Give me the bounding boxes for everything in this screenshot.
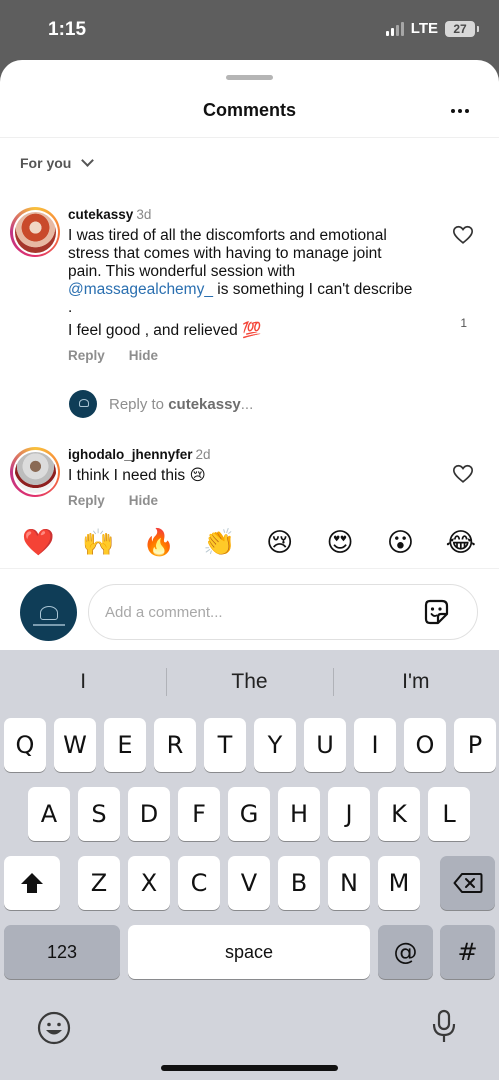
battery-level: 27: [453, 21, 467, 36]
reply-button[interactable]: Reply: [68, 348, 105, 363]
emoji-crying[interactable]: 😢: [260, 528, 300, 558]
key-v[interactable]: V: [228, 856, 270, 910]
hash-key[interactable]: #: [440, 925, 495, 979]
divider: [0, 568, 499, 569]
key-y[interactable]: Y: [254, 718, 296, 772]
key-n[interactable]: N: [328, 856, 370, 910]
key-f[interactable]: F: [178, 787, 220, 841]
reply-button[interactable]: Reply: [68, 493, 105, 508]
comment-username[interactable]: cutekassy: [68, 207, 133, 222]
key-r[interactable]: R: [154, 718, 196, 772]
comment-username[interactable]: ighodalo_jhennyfer: [68, 447, 193, 462]
backspace-icon: [453, 873, 482, 893]
comment-input[interactable]: [88, 584, 478, 640]
avatar[interactable]: [10, 207, 60, 257]
avatar: [69, 390, 97, 418]
emoji-quick-bar: ❤️ 🙌 🔥 👏 😢 😍 😮 😂: [0, 528, 499, 558]
comment-text: I was tired of all the discomforts and e…: [68, 227, 413, 316]
comment-actions: Reply Hide: [68, 493, 158, 508]
key-k[interactable]: K: [378, 787, 420, 841]
hide-button[interactable]: Hide: [129, 493, 158, 508]
comment-filter-dropdown[interactable]: For you: [20, 154, 95, 171]
comment-time: 2d: [195, 447, 211, 462]
emoji-heart-eyes[interactable]: 😍: [320, 528, 360, 558]
key-h[interactable]: H: [278, 787, 320, 841]
suggestion-1[interactable]: I: [0, 664, 166, 700]
shift-arrow-icon: [21, 873, 43, 893]
sheet-title: Comments: [202, 100, 296, 120]
key-c[interactable]: C: [178, 856, 220, 910]
filter-label: For you: [20, 155, 72, 171]
key-d[interactable]: D: [128, 787, 170, 841]
key-x[interactable]: X: [128, 856, 170, 910]
heart-icon[interactable]: [452, 463, 474, 485]
network-type: LTE: [410, 20, 438, 37]
home-indicator[interactable]: [161, 1065, 338, 1071]
key-i[interactable]: I: [354, 718, 396, 772]
emoji-raised-hands[interactable]: 🙌: [79, 528, 119, 558]
sticker-icon[interactable]: [421, 597, 451, 627]
suggestion-2[interactable]: The: [166, 664, 332, 700]
at-key[interactable]: @: [378, 925, 433, 979]
shift-key[interactable]: [4, 856, 60, 910]
comment-text-line: I feel good , and relieved 💯: [68, 322, 262, 339]
key-l[interactable]: L: [428, 787, 470, 841]
key-p[interactable]: P: [454, 718, 496, 772]
comment-text: I think I need this 😢: [68, 467, 206, 484]
more-options-button[interactable]: [451, 104, 475, 118]
signal-icon: [385, 21, 404, 36]
key-b[interactable]: B: [278, 856, 320, 910]
numbers-key[interactable]: 123: [4, 925, 120, 979]
key-m[interactable]: M: [378, 856, 420, 910]
key-a[interactable]: A: [28, 787, 70, 841]
keyboard: I The I'm Q W E R T Y U I O P A S D F G …: [0, 650, 499, 1080]
battery-icon: 27: [445, 20, 479, 37]
key-j[interactable]: J: [328, 787, 370, 841]
delete-key[interactable]: [440, 856, 495, 910]
key-u[interactable]: U: [304, 718, 346, 772]
keyboard-suggestions: I The I'm: [0, 664, 499, 700]
mention-link[interactable]: @massagealchemy_: [68, 281, 213, 298]
emoji-laughing[interactable]: 😂: [441, 528, 481, 558]
emoji-surprised[interactable]: 😮: [380, 528, 420, 558]
emoji-face-icon[interactable]: [36, 1010, 72, 1046]
key-e[interactable]: E: [104, 718, 146, 772]
comment-header: cutekassy 3d: [68, 207, 151, 222]
divider: [0, 137, 499, 138]
space-key[interactable]: space: [128, 925, 370, 979]
key-o[interactable]: O: [404, 718, 446, 772]
key-s[interactable]: S: [78, 787, 120, 841]
comments-sheet: Comments For you cutekassy 3d I was tired…: [0, 60, 499, 650]
status-indicators: LTE 27: [385, 20, 479, 37]
status-time: 1:15: [48, 19, 87, 40]
reply-prompt[interactable]: Reply to cutekassy...: [69, 390, 253, 418]
sheet-grabber[interactable]: [226, 75, 273, 80]
emoji-fire[interactable]: 🔥: [139, 528, 179, 558]
key-z[interactable]: Z: [78, 856, 120, 910]
microphone-icon[interactable]: [426, 1008, 462, 1044]
key-q[interactable]: Q: [4, 718, 46, 772]
status-bar: 1:15 LTE 27: [0, 0, 499, 60]
like-count: 1: [460, 316, 467, 330]
suggestion-3[interactable]: I'm: [332, 664, 499, 700]
reply-prompt-text: Reply to cutekassy...: [109, 395, 254, 413]
key-t[interactable]: T: [204, 718, 246, 772]
emoji-heart[interactable]: ❤️: [18, 528, 58, 558]
comment-actions: Reply Hide: [68, 348, 158, 363]
comment-header: ighodalo_jhennyfer 2d: [68, 447, 211, 462]
key-w[interactable]: W: [54, 718, 96, 772]
key-g[interactable]: G: [228, 787, 270, 841]
comment-time: 3d: [136, 207, 152, 222]
avatar[interactable]: [10, 447, 60, 497]
emoji-clap[interactable]: 👏: [199, 528, 239, 558]
composer-avatar: [20, 584, 77, 641]
hide-button[interactable]: Hide: [129, 348, 158, 363]
chevron-down-icon: [81, 154, 95, 167]
heart-icon[interactable]: [452, 224, 474, 246]
